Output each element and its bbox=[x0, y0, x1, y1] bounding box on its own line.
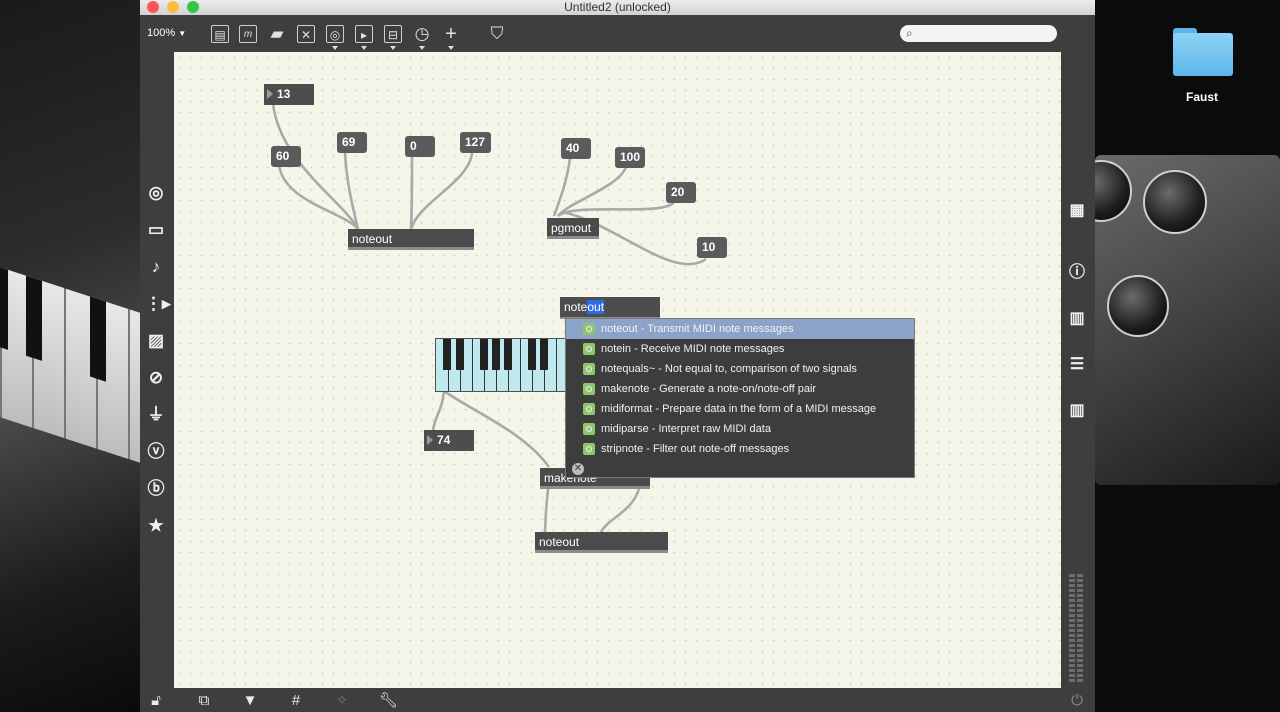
image-icon[interactable]: ▨ bbox=[145, 330, 167, 352]
chevron-down-icon[interactable] bbox=[332, 46, 338, 50]
object-icon bbox=[583, 443, 595, 455]
number-box-13[interactable]: 13 bbox=[264, 84, 314, 105]
desktop-background-left bbox=[0, 0, 140, 712]
level-meter bbox=[1077, 574, 1083, 684]
new-object-text-entry[interactable]: noteout bbox=[560, 297, 660, 319]
paperclip-icon[interactable]: ⊘ bbox=[145, 367, 167, 389]
object-icon bbox=[583, 343, 595, 355]
noteout-object[interactable]: noteout bbox=[535, 532, 668, 553]
reference-book-icon[interactable]: ▥ bbox=[1066, 308, 1088, 330]
wrench-icon[interactable]: 🔧︎ bbox=[379, 692, 398, 710]
paint-bucket-icon[interactable]: ⛉ bbox=[488, 25, 506, 43]
piano-photo bbox=[0, 257, 140, 483]
autocomplete-item[interactable]: midiformat - Prepare data in the form of… bbox=[566, 399, 914, 419]
number-box-127[interactable]: 127 bbox=[460, 132, 491, 153]
media-icon[interactable]: ▭ bbox=[145, 219, 167, 241]
autocomplete-menu[interactable]: noteout - Transmit MIDI note messages no… bbox=[565, 318, 915, 478]
patcher-window: Untitled2 (unlocked) 100% ▼ ▤ m ▰ ✕ ◎ ▸ … bbox=[140, 0, 1095, 712]
snap-icon[interactable]: ✧ bbox=[333, 692, 351, 710]
presentation-mode-icon[interactable]: ⧉ bbox=[195, 692, 213, 710]
number-box-20[interactable]: 20 bbox=[666, 182, 696, 203]
level-meter bbox=[1069, 574, 1075, 684]
number-box-0[interactable]: 0 bbox=[405, 136, 435, 157]
list-icon[interactable]: ☰ bbox=[1066, 354, 1088, 376]
autocomplete-item[interactable]: notequals~ - Not equal to, comparison of… bbox=[566, 359, 914, 379]
autocomplete-item[interactable]: noteout - Transmit MIDI note messages bbox=[566, 319, 914, 339]
title-bar[interactable]: Untitled2 (unlocked) bbox=[140, 0, 1095, 15]
selected-text: out bbox=[587, 300, 605, 314]
info-icon[interactable]: ⓘ bbox=[1066, 262, 1088, 284]
grid-palette-icon[interactable]: ▦ bbox=[1066, 200, 1088, 222]
chevron-down-icon[interactable] bbox=[390, 46, 396, 50]
number-box-74[interactable]: 74 bbox=[424, 430, 474, 451]
toggle-icon[interactable]: ✕ bbox=[297, 25, 315, 43]
zoom-window-button[interactable] bbox=[187, 1, 199, 13]
button-object-icon[interactable]: ◎ bbox=[326, 25, 344, 43]
number-box-69[interactable]: 69 bbox=[337, 132, 367, 153]
power-icon[interactable]: ⏻ bbox=[1068, 692, 1086, 710]
chevron-down-icon: ▼ bbox=[178, 29, 187, 38]
number-box-40[interactable]: 40 bbox=[561, 138, 591, 159]
autocomplete-item[interactable]: midiparse - Interpret raw MIDI data bbox=[566, 419, 914, 439]
music-note-icon[interactable]: ♪ bbox=[145, 256, 167, 278]
new-message-icon[interactable]: m bbox=[239, 25, 257, 43]
vizzie-icon[interactable]: ⓥ bbox=[145, 441, 167, 463]
desktop-background-right bbox=[1095, 0, 1280, 712]
object-icon bbox=[583, 403, 595, 415]
chevron-down-icon[interactable] bbox=[448, 46, 454, 50]
patcher-canvas[interactable]: 13 60 69 0 127 40 100 20 10 74 noteout p… bbox=[174, 52, 1061, 688]
slider-object-icon[interactable]: ⊟ bbox=[384, 25, 402, 43]
object-icon bbox=[583, 363, 595, 375]
chevron-down-icon[interactable] bbox=[361, 46, 367, 50]
beap-icon[interactable]: ⓑ bbox=[145, 478, 167, 500]
search-field[interactable]: ⌕ bbox=[900, 25, 1057, 42]
comment-icon[interactable]: ▰ bbox=[268, 25, 286, 43]
chevron-down-icon[interactable] bbox=[419, 46, 425, 50]
playlist-icon[interactable]: ⋮▸ bbox=[145, 293, 171, 315]
noteout-object[interactable]: noteout bbox=[348, 229, 474, 250]
pgmout-object[interactable]: pgmout bbox=[547, 218, 599, 239]
plug-icon[interactable]: ⏚ bbox=[145, 404, 167, 426]
number-box-10[interactable]: 10 bbox=[697, 237, 727, 258]
object-icon bbox=[583, 323, 595, 335]
search-icon: ⌕ bbox=[906, 26, 913, 40]
object-explorer-icon[interactable]: ◎ bbox=[145, 182, 167, 204]
new-object-icon[interactable]: ▤ bbox=[211, 25, 229, 43]
autocomplete-item[interactable]: makenote - Generate a note-on/note-off p… bbox=[566, 379, 914, 399]
window-title: Untitled2 (unlocked) bbox=[564, 0, 671, 14]
number-box-100[interactable]: 100 bbox=[615, 147, 645, 168]
bottom-toolbar: 🔓︎ ⧉ ▼ # ✧ 🔧︎ ⏻ bbox=[140, 688, 1095, 712]
star-icon[interactable]: ★ bbox=[145, 515, 167, 537]
right-sidebar: ▦ ⓘ ▥ ☰ ▥ bbox=[1060, 52, 1095, 688]
object-icon bbox=[583, 423, 595, 435]
minimize-window-button[interactable] bbox=[167, 1, 179, 13]
add-object-icon[interactable]: + bbox=[442, 24, 460, 44]
close-window-button[interactable] bbox=[147, 1, 159, 13]
zoom-value: 100% bbox=[147, 27, 176, 39]
close-icon[interactable]: ✕ bbox=[572, 463, 584, 475]
autocomplete-item[interactable]: notein - Receive MIDI note messages bbox=[566, 339, 914, 359]
left-sidebar: ◎ ▭ ♪ ⋮▸ ▨ ⊘ ⏚ ⓥ ⓑ ★ bbox=[140, 52, 173, 688]
zoom-menu[interactable]: 100% ▼ bbox=[147, 27, 186, 39]
lock-icon[interactable]: 🔓︎ bbox=[147, 692, 165, 710]
faust-folder-icon[interactable] bbox=[1173, 28, 1233, 76]
keyboard-slider[interactable] bbox=[435, 338, 569, 392]
number-object-icon[interactable]: ▸ bbox=[355, 25, 373, 43]
number-box-60[interactable]: 60 bbox=[271, 146, 301, 167]
dial-icon[interactable]: ◷ bbox=[413, 25, 431, 43]
effects-pedal-photo bbox=[1095, 155, 1280, 485]
help-book-icon[interactable]: ▥ bbox=[1066, 400, 1088, 422]
toolbar: 100% ▼ ▤ m ▰ ✕ ◎ ▸ ⊟ ◷ + ⛉ ⌕ bbox=[140, 15, 1095, 52]
autocomplete-item[interactable]: stripnote - Filter out note-off messages bbox=[566, 439, 914, 459]
debug-window-icon[interactable]: ▼ bbox=[241, 692, 259, 710]
object-icon bbox=[583, 383, 595, 395]
search-input[interactable] bbox=[920, 26, 1054, 42]
grid-icon[interactable]: # bbox=[287, 692, 305, 710]
faust-folder-label[interactable]: Faust bbox=[1162, 90, 1242, 104]
